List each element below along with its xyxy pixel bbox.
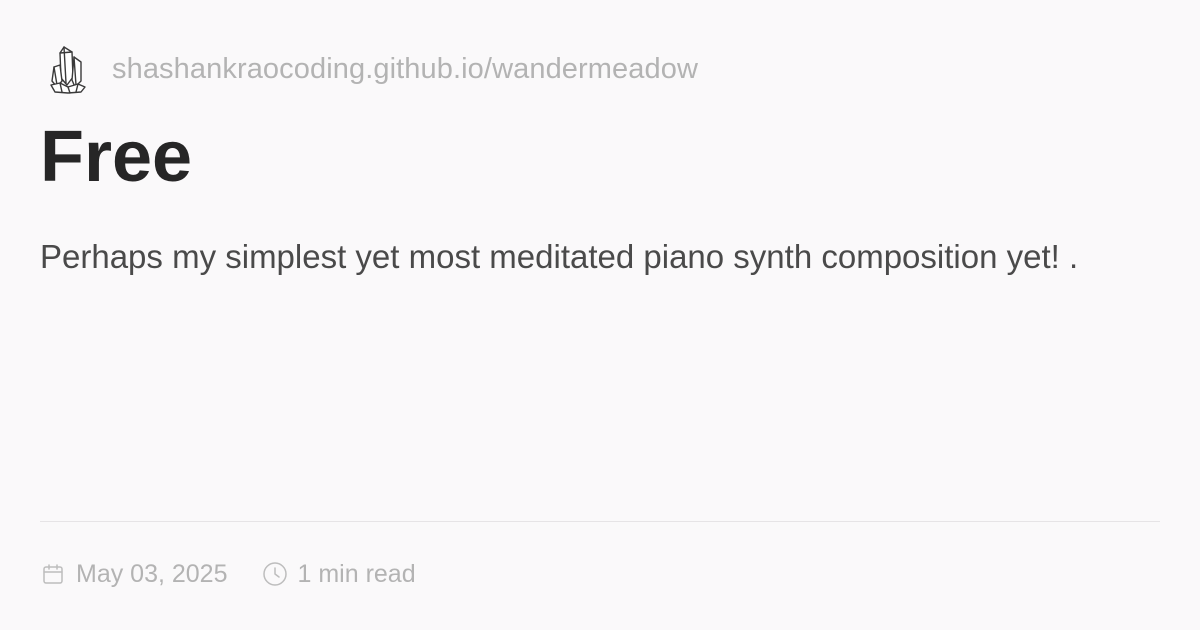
site-url[interactable]: shashankraocoding.github.io/wandermeadow <box>112 53 698 86</box>
post-date-text: May 03, 2025 <box>76 559 228 588</box>
read-time: 1 min read <box>262 560 416 589</box>
crystal-cluster-icon <box>46 42 90 96</box>
calendar-icon <box>40 561 66 587</box>
og-card: shashankraocoding.github.io/wandermeadow… <box>0 0 1200 630</box>
divider <box>40 521 1160 522</box>
page-title: Free <box>40 117 193 197</box>
post-date: May 03, 2025 <box>40 560 228 589</box>
clock-icon <box>262 561 288 587</box>
post-description: Perhaps my simplest yet most meditated p… <box>40 238 1079 275</box>
post-meta: May 03, 2025 1 min read <box>40 556 450 592</box>
read-time-text: 1 min read <box>297 559 416 588</box>
site-header[interactable]: shashankraocoding.github.io/wandermeadow <box>46 42 698 96</box>
